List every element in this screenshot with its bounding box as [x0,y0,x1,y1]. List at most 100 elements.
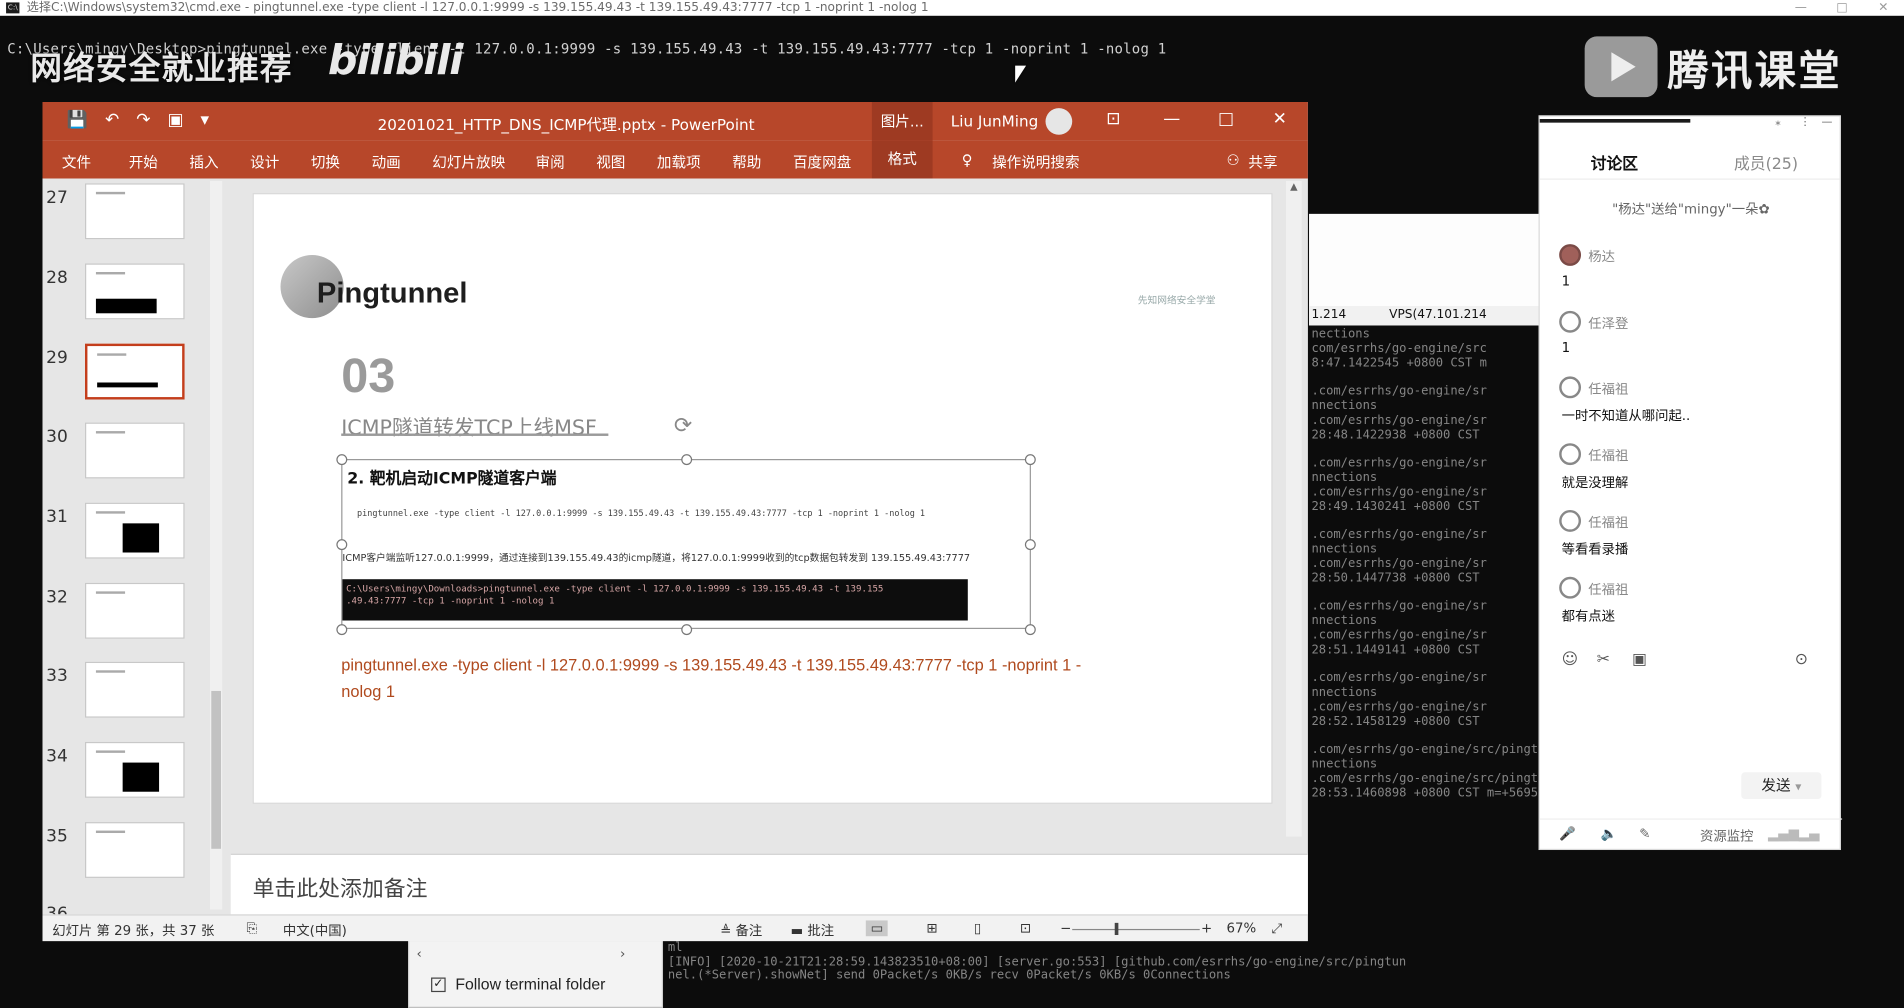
tab-discussion[interactable]: 讨论区 [1591,151,1638,173]
tab-baidu-netdisk[interactable]: 百度网盘 [793,152,851,173]
slide-thumbnails: 27 28 29 30 31 32 33 34 35 36 [42,178,231,915]
slide-title[interactable]: Pingtunnel [317,277,468,311]
thumbnail-scrollbar[interactable] [210,180,223,910]
pin-icon[interactable]: ⁎ [1775,117,1780,129]
terminal-tab-vps[interactable]: VPS(47.101.214 [1389,308,1487,321]
selected-picture[interactable]: 2. 靶机启动ICMP隧道客户端 pingtunnel.exe -type cl… [336,454,1036,636]
undo-icon[interactable]: ↶ [105,111,119,130]
resize-handle[interactable] [336,539,348,551]
slide-number: 33 [46,666,68,687]
thumbnail-35[interactable]: 35 [43,820,231,893]
resize-handle[interactable] [681,454,693,466]
fit-to-window-icon[interactable]: ⤢ [1271,920,1282,937]
resize-handle[interactable] [336,454,348,466]
language-status[interactable]: 中文(中国) [283,920,347,939]
resize-handle[interactable] [681,624,693,636]
section-number[interactable]: 03 [341,350,395,405]
share-button[interactable]: 共享 [1248,152,1277,173]
current-slide[interactable]: Pingtunnel 先知网络安全学堂 03 ICMP隧道转发TCP上线MSF … [252,193,1273,804]
emoji-icon[interactable]: ☺ [1562,651,1578,669]
status-bar: 幻灯片 第 29 张，共 37 张 ⎘ 中文(中国) ≜ 备注 ▬ 批注 ▭ ⊞… [42,914,1308,942]
slide-body-text[interactable]: pingtunnel.exe -type client -l 127.0.0.1… [341,652,1191,705]
resource-monitor-label[interactable]: 资源监控 [1700,826,1753,845]
thumbnail-28[interactable]: 28 [43,261,231,334]
terminal-tab-left[interactable]: 1.214 [1311,308,1346,321]
zoom-slider-thumb[interactable] [1114,922,1119,936]
console-minimize-button[interactable]: — [1780,0,1821,16]
ribbon-display-icon[interactable]: ⊡ [1106,109,1120,128]
customize-qat-icon[interactable]: ▾ [201,111,210,130]
console-maximize-button[interactable]: □ [1821,0,1862,16]
scroll-thumb[interactable] [211,690,222,849]
tell-me-search[interactable]: 操作说明搜索 [992,152,1079,173]
save-icon[interactable]: 💾 [67,111,88,130]
panel-minimize-icon[interactable]: — [1821,117,1832,129]
avatar [1559,443,1582,466]
minimize-button[interactable]: — [1163,109,1180,128]
thumbnail-30[interactable]: 30 [43,420,231,493]
log-line: [INFO] [2020-10-21T21:28:59.143823510+08… [667,955,1407,969]
sorter-view-button[interactable]: ⊞ [927,920,938,936]
slideshow-view-button[interactable]: ⊡ [1020,920,1031,936]
spellcheck-icon[interactable]: ⎘ [247,920,258,937]
thumbnail-33[interactable]: 33 [43,659,231,732]
comments-toggle[interactable]: ▬ 批注 [791,920,835,939]
tab-addins[interactable]: 加载项 [657,152,701,173]
zoom-level[interactable]: 67% [1226,920,1256,936]
tab-file[interactable]: 文件 [62,152,91,173]
maximize-button[interactable]: □ [1218,109,1234,128]
tab-animations[interactable]: 动画 [372,152,401,173]
send-dropdown-icon[interactable]: ▾ [1795,781,1801,794]
tab-slideshow[interactable]: 幻灯片放映 [432,152,505,173]
reading-view-button[interactable]: ▯ [974,920,981,936]
settings-icon[interactable]: ⊙ [1795,651,1808,669]
normal-view-button[interactable]: ▭ [865,920,889,937]
thumbnail-29[interactable]: 29 [43,341,231,414]
tab-design[interactable]: 设计 [250,152,279,173]
notes-toggle[interactable]: ≜ 备注 [720,920,762,939]
microphone-icon[interactable]: 🎤 [1559,826,1576,842]
account-name[interactable]: Liu JunMing [951,112,1038,130]
comments-label: 批注 [807,922,835,939]
redo-icon[interactable]: ↷ [136,111,150,130]
console-close-button[interactable]: ✕ [1863,0,1904,16]
follow-terminal-checkbox[interactable]: ✓ [431,977,446,993]
pen-icon[interactable]: ✎ [1639,826,1650,842]
tab-format[interactable]: 格式 [871,140,933,179]
rotate-handle-icon[interactable]: ⟳ [674,413,692,439]
thumbnail-32[interactable]: 32 [43,580,231,653]
tab-view[interactable]: 视图 [596,152,625,173]
notes-pane[interactable]: 单击此处添加备注 [230,853,1308,915]
image-icon[interactable]: ▣ [1632,651,1647,669]
resize-handle[interactable] [1024,539,1036,551]
present-icon[interactable]: ▣ [167,111,183,130]
tab-members[interactable]: 成员(25) [1734,151,1798,173]
scissors-icon[interactable]: ✂ [1597,651,1610,669]
thumbnail-36[interactable]: 36 [43,897,231,915]
thumbnail-31[interactable]: 31 [43,500,231,573]
tab-home[interactable]: 开始 [129,152,158,173]
send-button[interactable]: 发送 ▾ [1741,772,1822,800]
avatar[interactable] [1045,108,1073,135]
tab-transitions[interactable]: 切换 [311,152,340,173]
tab-review[interactable]: 审阅 [536,152,565,173]
zoom-slider[interactable] [1072,928,1200,931]
thumbnail-27[interactable]: 27 [43,181,231,254]
nav-right-icon[interactable]: › [620,946,625,962]
tab-help[interactable]: 帮助 [732,152,761,173]
more-icon[interactable]: ⋮ [1800,117,1811,129]
console-titlebar[interactable]: C:\ 选择C:\Windows\system32\cmd.exe - ping… [0,0,1904,16]
editor-scrollbar[interactable]: ▲ [1285,180,1302,837]
section-title[interactable]: ICMP隧道转发TCP上线MSF [341,410,597,441]
screen: C:\ 选择C:\Windows\system32\cmd.exe - ping… [0,0,1904,1008]
zoom-in-button[interactable]: + [1201,920,1212,936]
resize-handle[interactable] [1024,624,1036,636]
thumbnail-34[interactable]: 34 [43,740,231,813]
resize-handle[interactable] [336,624,348,636]
nav-left-icon[interactable]: ‹ [417,946,422,962]
tab-insert[interactable]: 插入 [189,152,218,173]
speaker-icon[interactable]: 🔈 [1600,826,1617,842]
zoom-out-button[interactable]: − [1060,920,1071,936]
close-button[interactable]: ✕ [1273,109,1287,128]
resize-handle[interactable] [1024,454,1036,466]
